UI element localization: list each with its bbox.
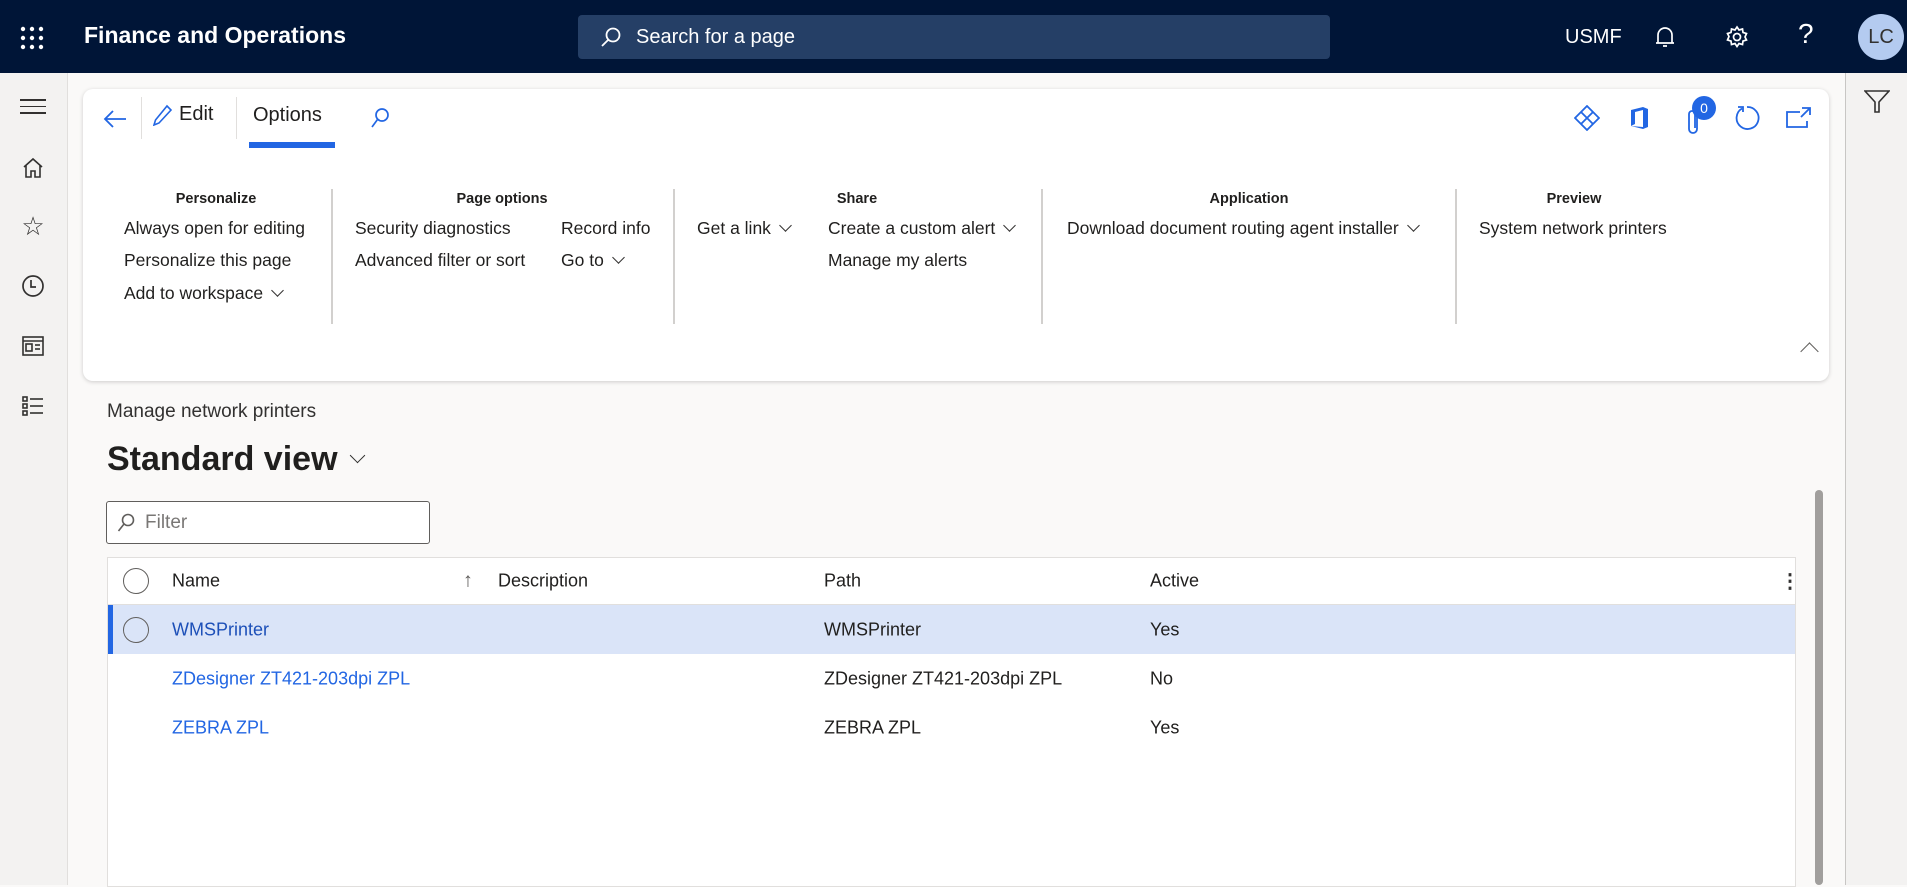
- workspaces-icon[interactable]: [16, 329, 50, 363]
- create-custom-alert-menu[interactable]: Create a custom alert: [828, 218, 1017, 239]
- printer-path: WMSPrinter: [824, 619, 922, 639]
- get-a-link-label: Get a link: [697, 218, 771, 238]
- group-divider: [331, 189, 333, 324]
- manage-my-alerts[interactable]: Manage my alerts: [828, 250, 967, 271]
- group-title-preview: Preview: [1546, 191, 1602, 207]
- printer-name-link[interactable]: WMSPrinter: [172, 619, 269, 640]
- printer-active: Yes: [1150, 619, 1180, 639]
- vertical-scrollbar[interactable]: [1815, 490, 1823, 885]
- back-arrow-icon[interactable]: [99, 103, 131, 135]
- chevron-down-icon: [779, 219, 792, 232]
- chevron-down-icon: [611, 251, 625, 264]
- filter-funnel-icon[interactable]: [1862, 87, 1892, 117]
- bell-icon[interactable]: [1650, 22, 1680, 52]
- group-title-page-options: Page options: [456, 191, 548, 207]
- search-placeholder: Search for a page: [636, 25, 795, 48]
- view-name: Standard view: [107, 440, 338, 478]
- view-selector[interactable]: Standard view: [107, 440, 365, 479]
- gear-icon[interactable]: [1722, 22, 1752, 52]
- grid-header-row: Name ↑ Description Path Active ⋮: [108, 558, 1800, 605]
- hamburger-icon[interactable]: [20, 99, 46, 114]
- go-to-menu[interactable]: Go to: [561, 250, 625, 271]
- table-row[interactable]: ZDesigner ZT421-203dpi ZPL ZDesigner ZT4…: [108, 654, 1795, 703]
- printer-active: No: [1150, 668, 1174, 688]
- recent-clock-icon[interactable]: [16, 269, 50, 303]
- page-caption: Manage network printers: [107, 401, 317, 422]
- column-header-description[interactable]: Description: [498, 571, 588, 592]
- chevron-down-icon: [271, 284, 284, 297]
- tab-options[interactable]: Options: [249, 104, 335, 148]
- system-network-printers[interactable]: System network printers: [1479, 218, 1667, 239]
- right-pane: [1845, 73, 1907, 885]
- group-divider: [1455, 189, 1457, 324]
- selected-row-indicator: [108, 605, 113, 654]
- power-apps-icon[interactable]: [1572, 103, 1602, 133]
- divider: [141, 97, 142, 139]
- open-in-new-window-icon[interactable]: [1784, 103, 1814, 133]
- printer-path: ZDesigner ZT421-203dpi ZPL: [824, 668, 1063, 688]
- add-to-workspace-menu[interactable]: Add to workspace: [124, 283, 284, 304]
- go-to-label: Go to: [561, 250, 604, 270]
- navigation-rail: ☆: [0, 73, 68, 885]
- top-bar: Finance and Operations Search for a page…: [0, 0, 1907, 73]
- filter-placeholder: Filter: [145, 511, 188, 533]
- pencil-icon: [153, 104, 173, 126]
- chevron-down-icon: [1406, 219, 1420, 232]
- collapse-chevron-up-icon[interactable]: [1800, 342, 1819, 361]
- attachments-count-badge: 0: [1692, 96, 1716, 120]
- group-title-share: Share: [836, 191, 878, 207]
- help-icon[interactable]: ?: [1798, 18, 1814, 50]
- download-routing-agent-label: Download document routing agent installe…: [1067, 218, 1399, 238]
- more-options-icon[interactable]: ⋮: [1780, 569, 1800, 594]
- sort-ascending-arrow-icon[interactable]: ↑: [463, 570, 473, 593]
- company-picker[interactable]: USMF: [1565, 26, 1622, 49]
- table-row[interactable]: WMSPrinter WMSPrinter Yes: [108, 605, 1795, 654]
- download-routing-agent-menu[interactable]: Download document routing agent installe…: [1067, 218, 1420, 239]
- column-header-path[interactable]: Path: [824, 571, 861, 592]
- column-header-active[interactable]: Active: [1150, 571, 1199, 592]
- get-a-link-menu[interactable]: Get a link: [697, 218, 792, 239]
- printer-active: Yes: [1150, 717, 1180, 737]
- record-info[interactable]: Record info: [561, 218, 651, 239]
- advanced-filter-or-sort[interactable]: Advanced filter or sort: [355, 250, 525, 271]
- office-icon[interactable]: [1624, 103, 1654, 133]
- group-divider: [1041, 189, 1043, 324]
- security-diagnostics[interactable]: Security diagnostics: [355, 218, 511, 239]
- group-title-personalize: Personalize: [175, 191, 257, 207]
- home-icon[interactable]: [16, 151, 50, 185]
- modules-list-icon[interactable]: [16, 389, 50, 423]
- app-launcher-icon[interactable]: [14, 20, 50, 56]
- printer-name-link[interactable]: ZEBRA ZPL: [172, 717, 269, 738]
- search-box[interactable]: Search for a page: [578, 15, 1330, 59]
- refresh-icon[interactable]: [1732, 103, 1762, 133]
- printers-grid: Name ↑ Description Path Active ⋮ WMSPrin…: [107, 557, 1800, 887]
- search-actions-icon[interactable]: [365, 103, 395, 133]
- select-all-radio[interactable]: [123, 568, 149, 594]
- create-custom-alert-label: Create a custom alert: [828, 218, 996, 238]
- divider: [236, 97, 237, 139]
- add-to-workspace-label: Add to workspace: [124, 283, 264, 303]
- edit-button[interactable]: Edit: [153, 103, 213, 126]
- search-icon: [117, 513, 135, 532]
- printer-path: ZEBRA ZPL: [824, 717, 922, 737]
- group-title-application: Application: [1209, 191, 1289, 207]
- tab-options-label: Options: [253, 104, 322, 126]
- avatar[interactable]: LC: [1858, 14, 1904, 60]
- table-row[interactable]: ZEBRA ZPL ZEBRA ZPL Yes: [108, 703, 1795, 752]
- action-pane: Edit Options 0 Personalize Always open f…: [83, 89, 1829, 381]
- always-open-for-editing[interactable]: Always open for editing: [124, 218, 305, 239]
- chevron-down-icon: [1003, 219, 1017, 232]
- search-icon: [600, 26, 622, 48]
- personalize-this-page[interactable]: Personalize this page: [124, 250, 291, 271]
- favorites-star-icon[interactable]: ☆: [16, 209, 50, 243]
- column-header-name[interactable]: Name: [172, 571, 220, 592]
- printer-name-link[interactable]: ZDesigner ZT421-203dpi ZPL: [172, 668, 410, 689]
- chevron-down-icon: [349, 447, 365, 464]
- group-divider: [673, 189, 675, 324]
- row-select-radio[interactable]: [123, 617, 149, 643]
- filter-input[interactable]: Filter: [106, 501, 430, 544]
- app-title[interactable]: Finance and Operations: [84, 22, 346, 49]
- edit-label: Edit: [179, 103, 214, 125]
